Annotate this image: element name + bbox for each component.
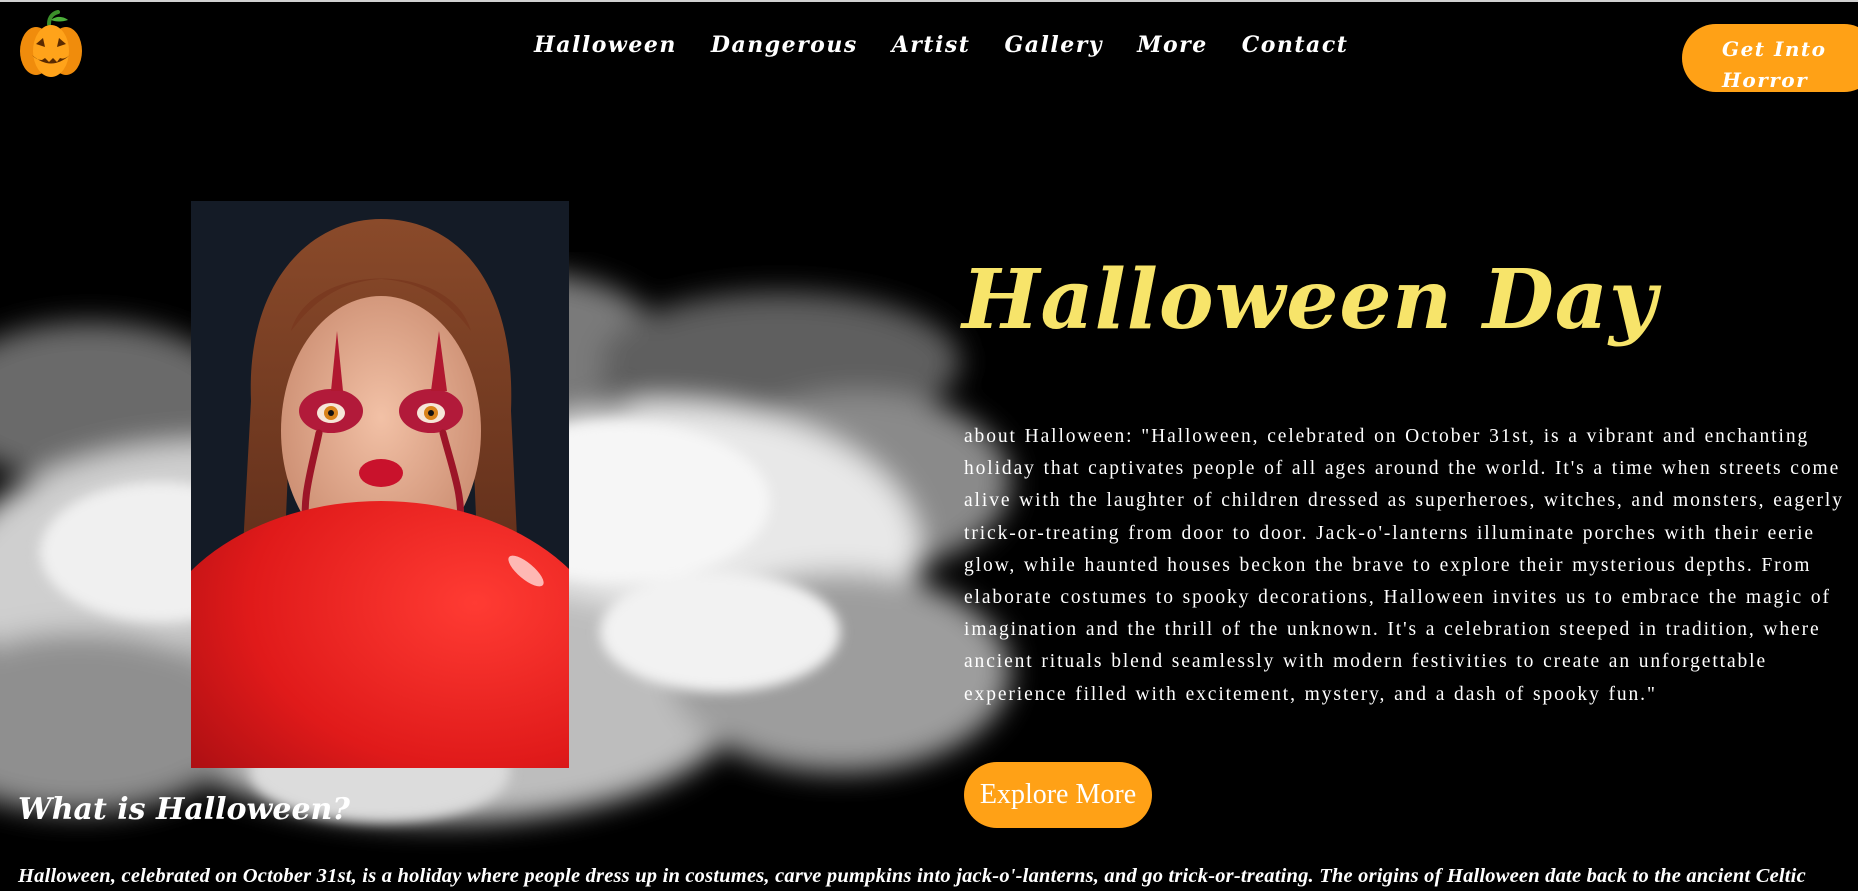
- nav-more[interactable]: More: [1137, 32, 1208, 58]
- nav-artist[interactable]: Artist: [892, 32, 971, 58]
- hero-image: [191, 201, 569, 768]
- hero-title: Halloween Day: [962, 252, 1658, 348]
- page: Halloween Dangerous Artist Gallery More …: [0, 0, 1858, 891]
- nav-gallery[interactable]: Gallery: [1004, 32, 1103, 58]
- explore-more-button[interactable]: Explore More: [964, 762, 1152, 828]
- nav-dangerous[interactable]: Dangerous: [711, 32, 858, 58]
- jack-o-lantern-icon[interactable]: [16, 10, 86, 80]
- main-nav: Halloween Dangerous Artist Gallery More …: [534, 32, 1348, 58]
- get-into-horror-button[interactable]: Get Into Horror: [1682, 24, 1858, 92]
- hero-description: about Halloween: "Halloween, celebrated …: [964, 426, 1844, 705]
- section-heading: What is Halloween?: [18, 792, 350, 827]
- nav-contact[interactable]: Contact: [1242, 32, 1349, 58]
- section-text: Halloween, celebrated on October 31st, i…: [18, 865, 1806, 887]
- nav-halloween[interactable]: Halloween: [534, 32, 677, 58]
